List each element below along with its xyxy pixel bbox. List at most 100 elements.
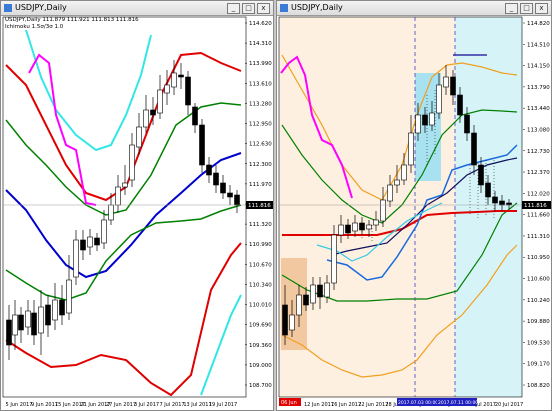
candle-bearish <box>18 314 24 331</box>
price-chart-right[interactable]: 114.820 114.510 114.150 113.790 113.440 113.0… <box>277 15 551 411</box>
price-tick-label: 113.280 <box>249 101 272 107</box>
price-tick-label: 109.170 <box>527 362 550 368</box>
candle-bullish <box>52 299 58 321</box>
candle-bullish <box>108 204 114 221</box>
price-tick-label: 113.080 <box>527 127 550 133</box>
candle-bullish <box>436 84 442 114</box>
candle-bullish <box>101 219 107 244</box>
candle-bullish <box>394 179 400 186</box>
candle-bearish <box>31 312 37 336</box>
date-tick-label: 3 Jul 2017 <box>134 402 159 408</box>
candle-bullish <box>366 224 372 230</box>
vline-label-0711: 2017.07.11 00:00 <box>438 400 478 406</box>
candle-bullish <box>338 224 344 236</box>
candle-bullish <box>401 164 407 181</box>
price-tick-label: 110.950 <box>527 255 550 261</box>
minimize-button[interactable]: _ <box>505 3 518 14</box>
title-bar[interactable]: USDJPY,Daily _ □ x <box>277 1 551 16</box>
date-tick-label: 7 Jul 2017 <box>159 402 184 408</box>
current-price-label: 111.816 <box>248 203 271 209</box>
date-tick-label: 16 Jun 2017 <box>331 402 361 408</box>
candle-bearish <box>220 182 226 194</box>
candle-bearish <box>80 239 86 251</box>
price-tick-label: 113.440 <box>527 106 550 112</box>
price-tick-label: 112.950 <box>249 122 272 128</box>
date-tick-label: 13 Jul 2017 <box>183 402 211 408</box>
price-tick-label: 110.240 <box>527 298 550 304</box>
candle-bullish <box>429 112 435 126</box>
candle-bearish <box>192 106 198 126</box>
candle-bullish <box>310 284 316 304</box>
candle-bullish <box>443 76 449 88</box>
price-tick-label: 110.990 <box>249 242 272 248</box>
candle-bullish <box>157 89 163 114</box>
close-button[interactable]: x <box>257 3 270 14</box>
candle-bearish <box>227 192 233 198</box>
price-chart-left[interactable]: 114.620 114.310 113.990 113.610 113.280 112.9… <box>1 15 273 411</box>
price-tick-label: 109.000 <box>249 363 272 369</box>
price-tick-label: 111.660 <box>527 213 550 219</box>
candle-bearish <box>234 194 240 206</box>
vline-label-0703: 2017.07.03 00:00 <box>398 400 438 406</box>
price-tick-label: 113.990 <box>249 61 272 67</box>
date-tick-label: 12 Jun 2017 <box>304 402 334 408</box>
candle-bullish <box>324 282 330 298</box>
current-price-label: 111.816 <box>524 203 547 209</box>
candle-bearish <box>345 224 351 234</box>
candle-bullish <box>73 239 79 278</box>
cyan-line-top <box>25 29 152 152</box>
candle-bullish <box>380 199 386 222</box>
price-tick-label: 110.010 <box>249 303 272 309</box>
price-tick-label: 111.970 <box>249 182 272 188</box>
candle-bearish <box>213 172 219 186</box>
close-button[interactable]: x <box>535 3 548 14</box>
candle-bullish <box>115 186 121 206</box>
candle-bearish <box>282 304 288 336</box>
candle-bearish <box>59 299 65 316</box>
chart-window-left[interactable]: USDJPY,Daily _ □ x USDJPY,Daily 111.879 … <box>0 0 274 411</box>
moving-average-blue <box>5 152 242 279</box>
price-tick-label: 112.370 <box>527 170 550 176</box>
price-tick-label: 109.880 <box>527 319 550 325</box>
chart-window-right[interactable]: USDJPY,Daily _ □ x 114.820 114.510 114.150… <box>276 0 552 411</box>
candle-bullish <box>12 314 18 336</box>
candle-bullish <box>25 310 31 328</box>
candle-bullish <box>331 234 337 284</box>
date-tick-label: 20 Jul 2017 <box>495 402 523 408</box>
candle-bearish <box>6 319 12 346</box>
minimize-button[interactable]: _ <box>227 3 240 14</box>
candle-bullish <box>129 144 135 181</box>
date-axis: 5 Jun 20179 Jun 201715 Jun 201721 Jun 20… <box>6 402 238 408</box>
candle-bearish <box>499 200 505 206</box>
price-tick-label: 114.310 <box>249 41 272 47</box>
price-tick-label: 108.820 <box>527 383 550 389</box>
candle-bearish <box>185 76 191 106</box>
price-tick-label: 112.630 <box>249 142 272 148</box>
price-tick-label: 108.700 <box>249 383 272 389</box>
candle-bullish <box>415 114 421 134</box>
price-tick-label: 110.670 <box>249 262 272 268</box>
chart-window-icon <box>280 4 288 12</box>
candle-bullish <box>38 306 44 334</box>
candle-bullish <box>87 236 93 248</box>
candle-bullish <box>352 222 358 232</box>
price-tick-label: 114.820 <box>527 21 550 27</box>
candle-bearish <box>492 196 498 204</box>
title-bar[interactable]: USDJPY,Daily _ □ x <box>1 1 273 16</box>
window-title: USDJPY,Daily <box>15 3 67 12</box>
candle-bearish <box>471 132 477 166</box>
corner-date-label: 06 Jun <box>281 400 297 406</box>
price-tick-label: 109.690 <box>249 323 272 329</box>
price-tick-label: 112.730 <box>527 149 550 155</box>
candle-bullish <box>143 109 149 128</box>
price-tick-label: 112.300 <box>249 162 272 168</box>
candle-bullish <box>171 72 177 88</box>
price-tick-label: 112.020 <box>527 191 550 197</box>
candle-bearish <box>199 124 205 166</box>
price-tick-label: 109.530 <box>527 340 550 346</box>
candle-bullish <box>122 182 128 188</box>
candle-bullish <box>408 132 414 166</box>
candle-bullish <box>66 279 72 314</box>
maximize-button[interactable]: □ <box>242 3 255 14</box>
maximize-button[interactable]: □ <box>520 3 533 14</box>
